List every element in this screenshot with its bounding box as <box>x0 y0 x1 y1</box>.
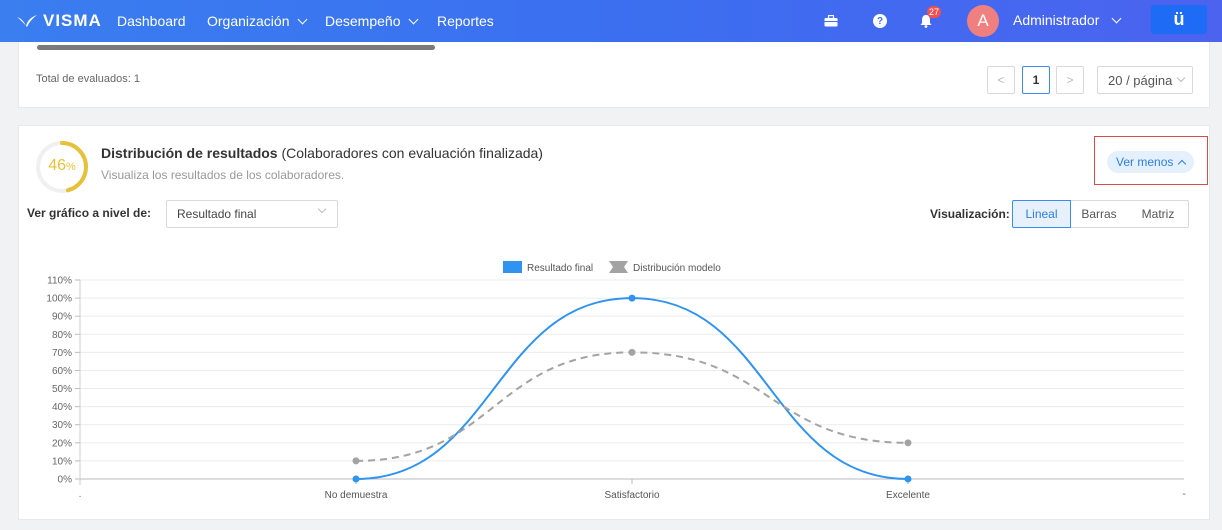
y-tick-label: 110% <box>47 276 72 287</box>
logo-text: VISMA <box>43 11 102 30</box>
pagination-next-button[interactable]: > <box>1056 66 1084 94</box>
nav-label: Organización <box>207 13 290 29</box>
data-point <box>352 475 360 483</box>
y-tick-label: 70% <box>52 348 72 359</box>
legend-label: Distribución modelo <box>633 263 721 274</box>
legend-swatch <box>609 261 628 273</box>
visma-logo-icon <box>17 15 37 27</box>
visma-logo[interactable]: VISMA <box>16 11 102 31</box>
y-tick-label: 50% <box>52 384 72 395</box>
pagination-prev-button[interactable]: < <box>987 66 1015 94</box>
app-switcher-button[interactable]: ü <box>1151 5 1207 34</box>
avatar[interactable]: A <box>967 5 999 37</box>
briefcase-icon[interactable] <box>821 11 841 31</box>
y-tick-label: 0% <box>58 475 73 486</box>
nav-desempeno[interactable]: Desempeño <box>325 13 418 29</box>
results-table-footer: Total de evaluados: 1 < 1 > 20 / página <box>18 42 1210 108</box>
tab-lineal[interactable]: Lineal <box>1012 200 1071 228</box>
data-point <box>904 475 912 483</box>
data-point <box>352 457 360 465</box>
data-point <box>628 294 636 302</box>
x-tick-label: No demuestra <box>325 490 388 501</box>
user-name: Administrador <box>1013 12 1100 28</box>
data-point <box>628 348 636 356</box>
chevron-down-icon <box>297 14 307 24</box>
pagination-page-1[interactable]: 1 <box>1022 66 1050 94</box>
nav-organizacion[interactable]: Organización <box>207 13 307 29</box>
y-tick-label: 60% <box>52 366 72 377</box>
nav-label: Reportes <box>437 13 494 29</box>
horizontal-scrollbar[interactable] <box>37 45 435 50</box>
distribution-line-chart: Resultado final Distribución modelo 0% 10%… <box>46 261 1186 502</box>
y-tick-label: 90% <box>52 312 72 323</box>
chevron-down-icon <box>1111 13 1122 23</box>
x-tick-label: . <box>79 489 82 500</box>
total-evaluated: Total de evaluados: 1 <box>36 73 140 85</box>
nav-dashboard[interactable]: Dashboard <box>117 13 186 29</box>
x-tick-label: Excelente <box>886 490 930 501</box>
y-tick-label: 100% <box>46 294 72 305</box>
page-size-value: 20 / página <box>1108 72 1173 88</box>
user-menu[interactable]: Administrador <box>1013 12 1122 28</box>
chart-grid: 0% 10% 20% 30% 40% 50% 60% 70% 80% 90% 100% 110%. No… <box>46 276 1185 502</box>
chevron-down-icon <box>1177 73 1186 83</box>
nav-label: Desempeño <box>325 13 401 29</box>
notification-badge: 27 <box>927 6 942 18</box>
y-tick-label: 20% <box>52 438 72 449</box>
y-tick-label: 40% <box>52 402 72 413</box>
nav-label: Dashboard <box>117 13 186 29</box>
y-tick-label: 80% <box>52 330 72 341</box>
data-point <box>904 439 912 447</box>
y-tick-label: 30% <box>52 420 72 431</box>
top-navbar: VISMA Dashboard Organización Desempeño R… <box>0 0 1222 42</box>
nav-reportes[interactable]: Reportes <box>437 13 494 29</box>
x-tick-label: - <box>1182 489 1185 500</box>
y-tick-label: 10% <box>52 456 72 467</box>
help-icon[interactable]: ? <box>870 11 890 31</box>
legend-label: Resultado final <box>527 263 593 274</box>
chart-legend: Resultado final Distribución modelo <box>503 261 721 274</box>
legend-swatch <box>503 261 522 273</box>
chevron-down-icon <box>408 14 418 24</box>
x-tick-label: Satisfactorio <box>604 490 659 501</box>
page-size-select[interactable]: 20 / página <box>1097 66 1193 94</box>
distribution-card: 46% Distribución de resultados (Colabora… <box>18 125 1210 520</box>
